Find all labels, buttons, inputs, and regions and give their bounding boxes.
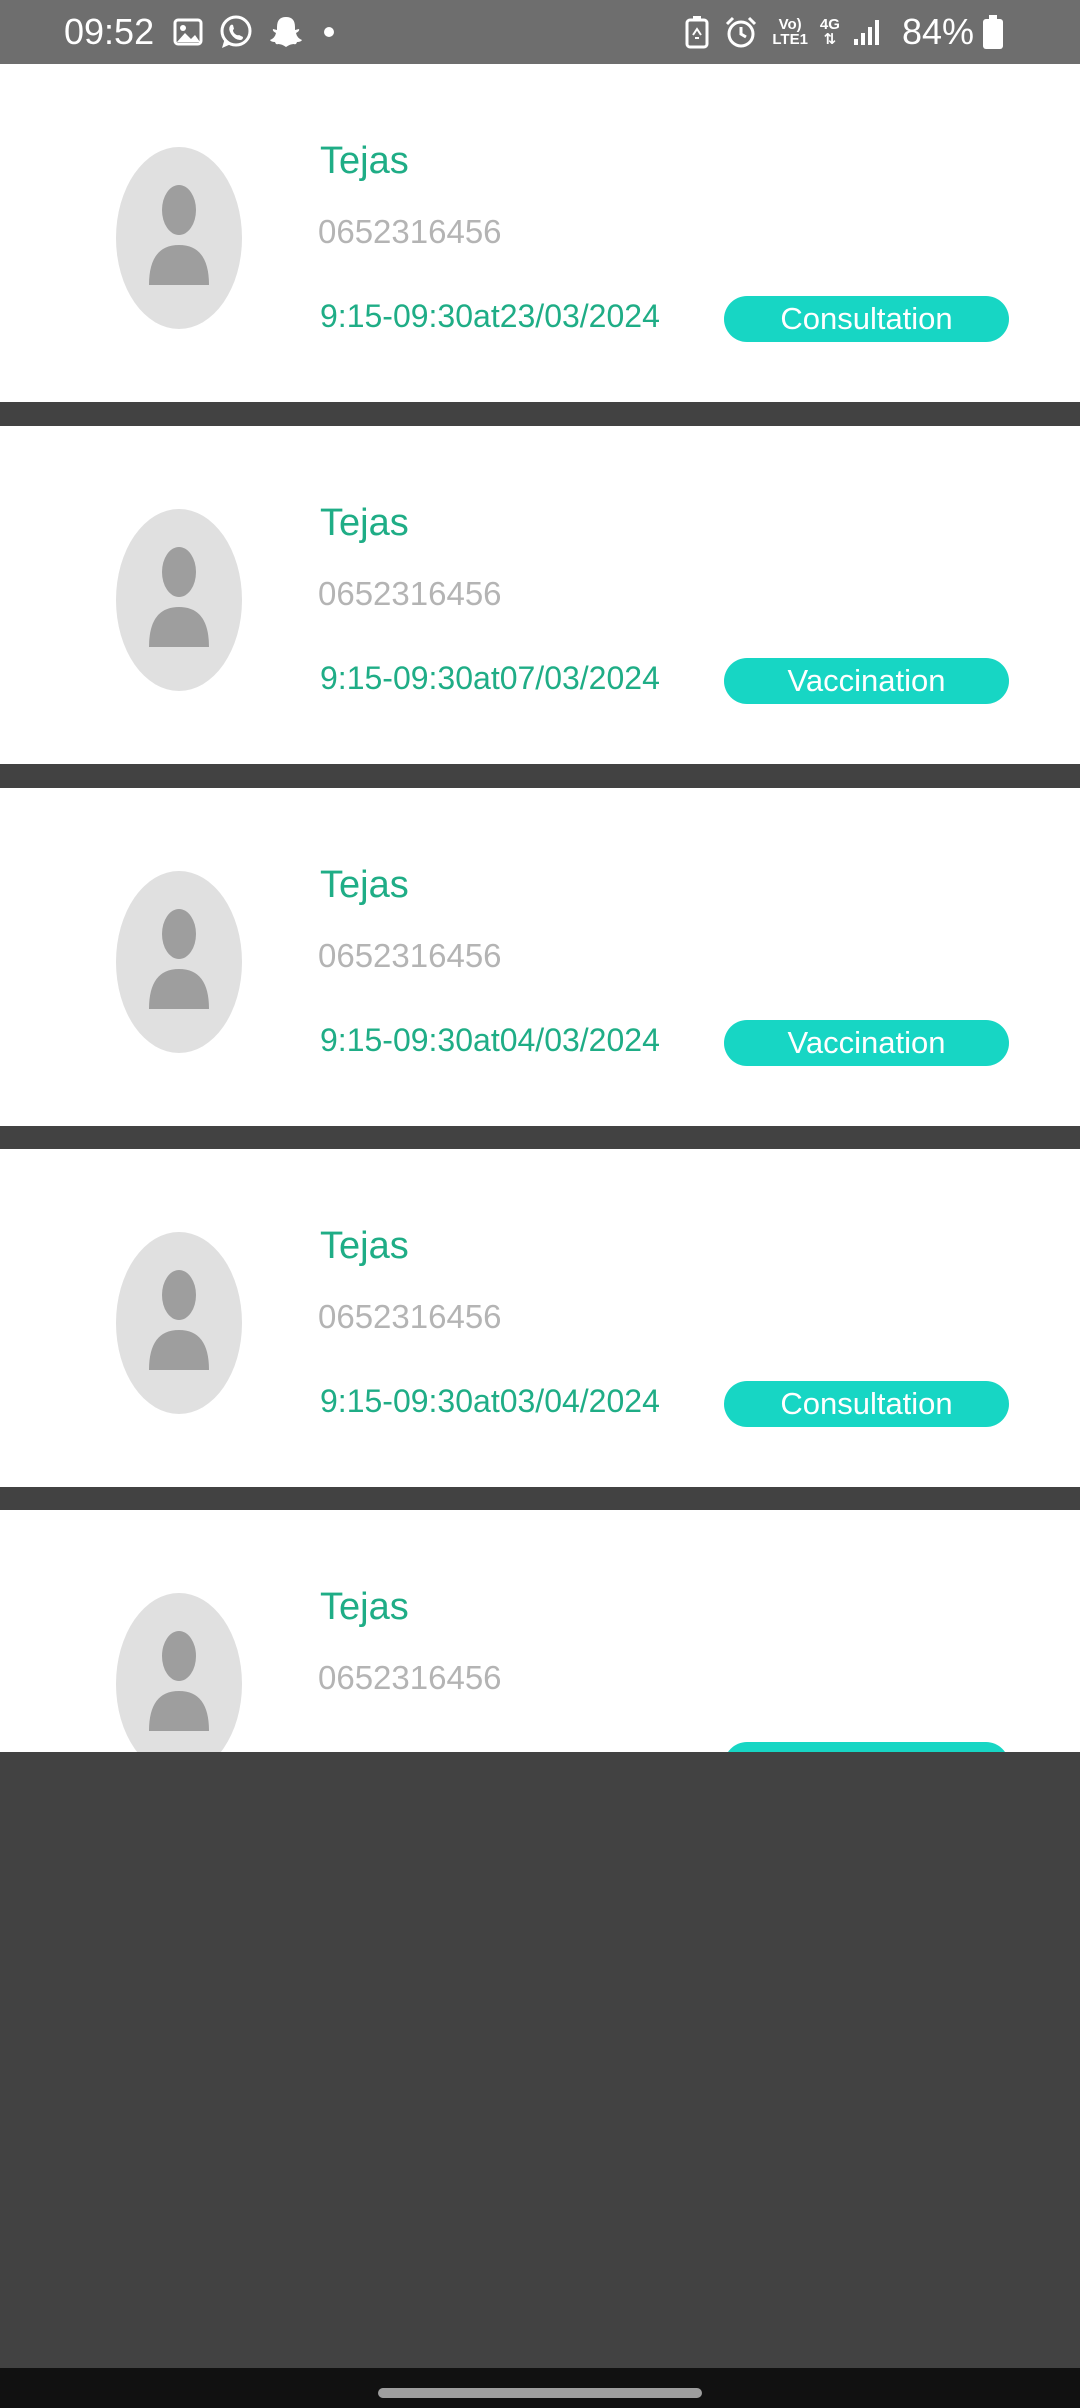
- battery-saver-icon: [684, 15, 710, 49]
- appointment-type-badge: Consultation: [724, 296, 1009, 342]
- appointment-card[interactable]: Tejas 0652316456: [0, 1510, 1080, 1752]
- appointment-type-badge: Vaccination: [724, 1020, 1009, 1066]
- appointment-card[interactable]: Tejas 0652316456 9:15-09:30at07/03/2024 …: [0, 426, 1080, 764]
- appointment-time-slot: 9:15-09:30at07/03/2024: [320, 660, 660, 696]
- patient-name: Tejas: [320, 140, 409, 182]
- appointment-time-slot: 9:15-09:30at04/03/2024: [320, 1022, 660, 1058]
- appointment-card[interactable]: Tejas 0652316456 9:15-09:30at03/04/2024 …: [0, 1149, 1080, 1487]
- appointment-type-badge: Consultation: [724, 1381, 1009, 1427]
- signal-icon: [852, 17, 882, 47]
- status-time: 09:52: [64, 11, 155, 52]
- avatar: [116, 871, 242, 1053]
- battery-icon: [982, 14, 1004, 50]
- avatar: [116, 147, 242, 329]
- snapchat-icon: [268, 14, 304, 50]
- appointment-type-badge: [724, 1742, 1009, 1752]
- status-bar-right: Vo) LTE1 4G ⇅ 84%: [684, 11, 1018, 53]
- person-icon: [149, 1631, 209, 1731]
- patient-phone: 0652316456: [318, 575, 502, 612]
- navigation-bar: [0, 2368, 1080, 2408]
- alarm-icon: [724, 15, 758, 49]
- patient-name: Tejas: [320, 1586, 409, 1628]
- patient-phone: 0652316456: [318, 937, 502, 974]
- appointment-list[interactable]: Tejas 0652316456 9:15-09:30at23/03/2024 …: [0, 64, 1080, 1752]
- data-arrows-icon: ⇅: [823, 31, 837, 48]
- appointment-time-slot: 9:15-09:30at03/04/2024: [320, 1383, 660, 1419]
- person-icon: [149, 547, 209, 647]
- status-bar: 09:52 Vo) LTE1 4G ⇅ 84%: [0, 0, 1080, 64]
- notification-dot: [324, 27, 335, 37]
- home-gesture-handle[interactable]: [378, 2388, 702, 2398]
- person-icon: [149, 909, 209, 1009]
- patient-phone: 0652316456: [318, 1659, 502, 1696]
- battery-percent: 84%: [901, 11, 974, 52]
- volte-indicator: Vo) LTE1: [772, 17, 808, 47]
- avatar: [116, 1232, 242, 1414]
- gallery-icon: [172, 16, 204, 48]
- network-gen-indicator: 4G ⇅: [820, 17, 840, 47]
- avatar: [116, 509, 242, 691]
- patient-phone: 0652316456: [318, 1298, 502, 1335]
- patient-name: Tejas: [320, 502, 409, 544]
- appointment-card[interactable]: Tejas 0652316456 9:15-09:30at23/03/2024 …: [0, 64, 1080, 402]
- patient-name: Tejas: [320, 864, 409, 906]
- appointment-time-slot: 9:15-09:30at23/03/2024: [320, 298, 660, 334]
- person-icon: [149, 185, 209, 285]
- person-icon: [149, 1270, 209, 1370]
- lte-label: LTE1: [772, 31, 808, 48]
- avatar: [116, 1593, 242, 1752]
- status-bar-left: 09:52: [64, 11, 335, 53]
- patient-name: Tejas: [320, 1225, 409, 1267]
- appointment-type-badge: Vaccination: [724, 658, 1009, 704]
- appointment-card[interactable]: Tejas 0652316456 9:15-09:30at04/03/2024 …: [0, 788, 1080, 1126]
- whatsapp-icon: [218, 14, 254, 50]
- patient-phone: 0652316456: [318, 213, 502, 250]
